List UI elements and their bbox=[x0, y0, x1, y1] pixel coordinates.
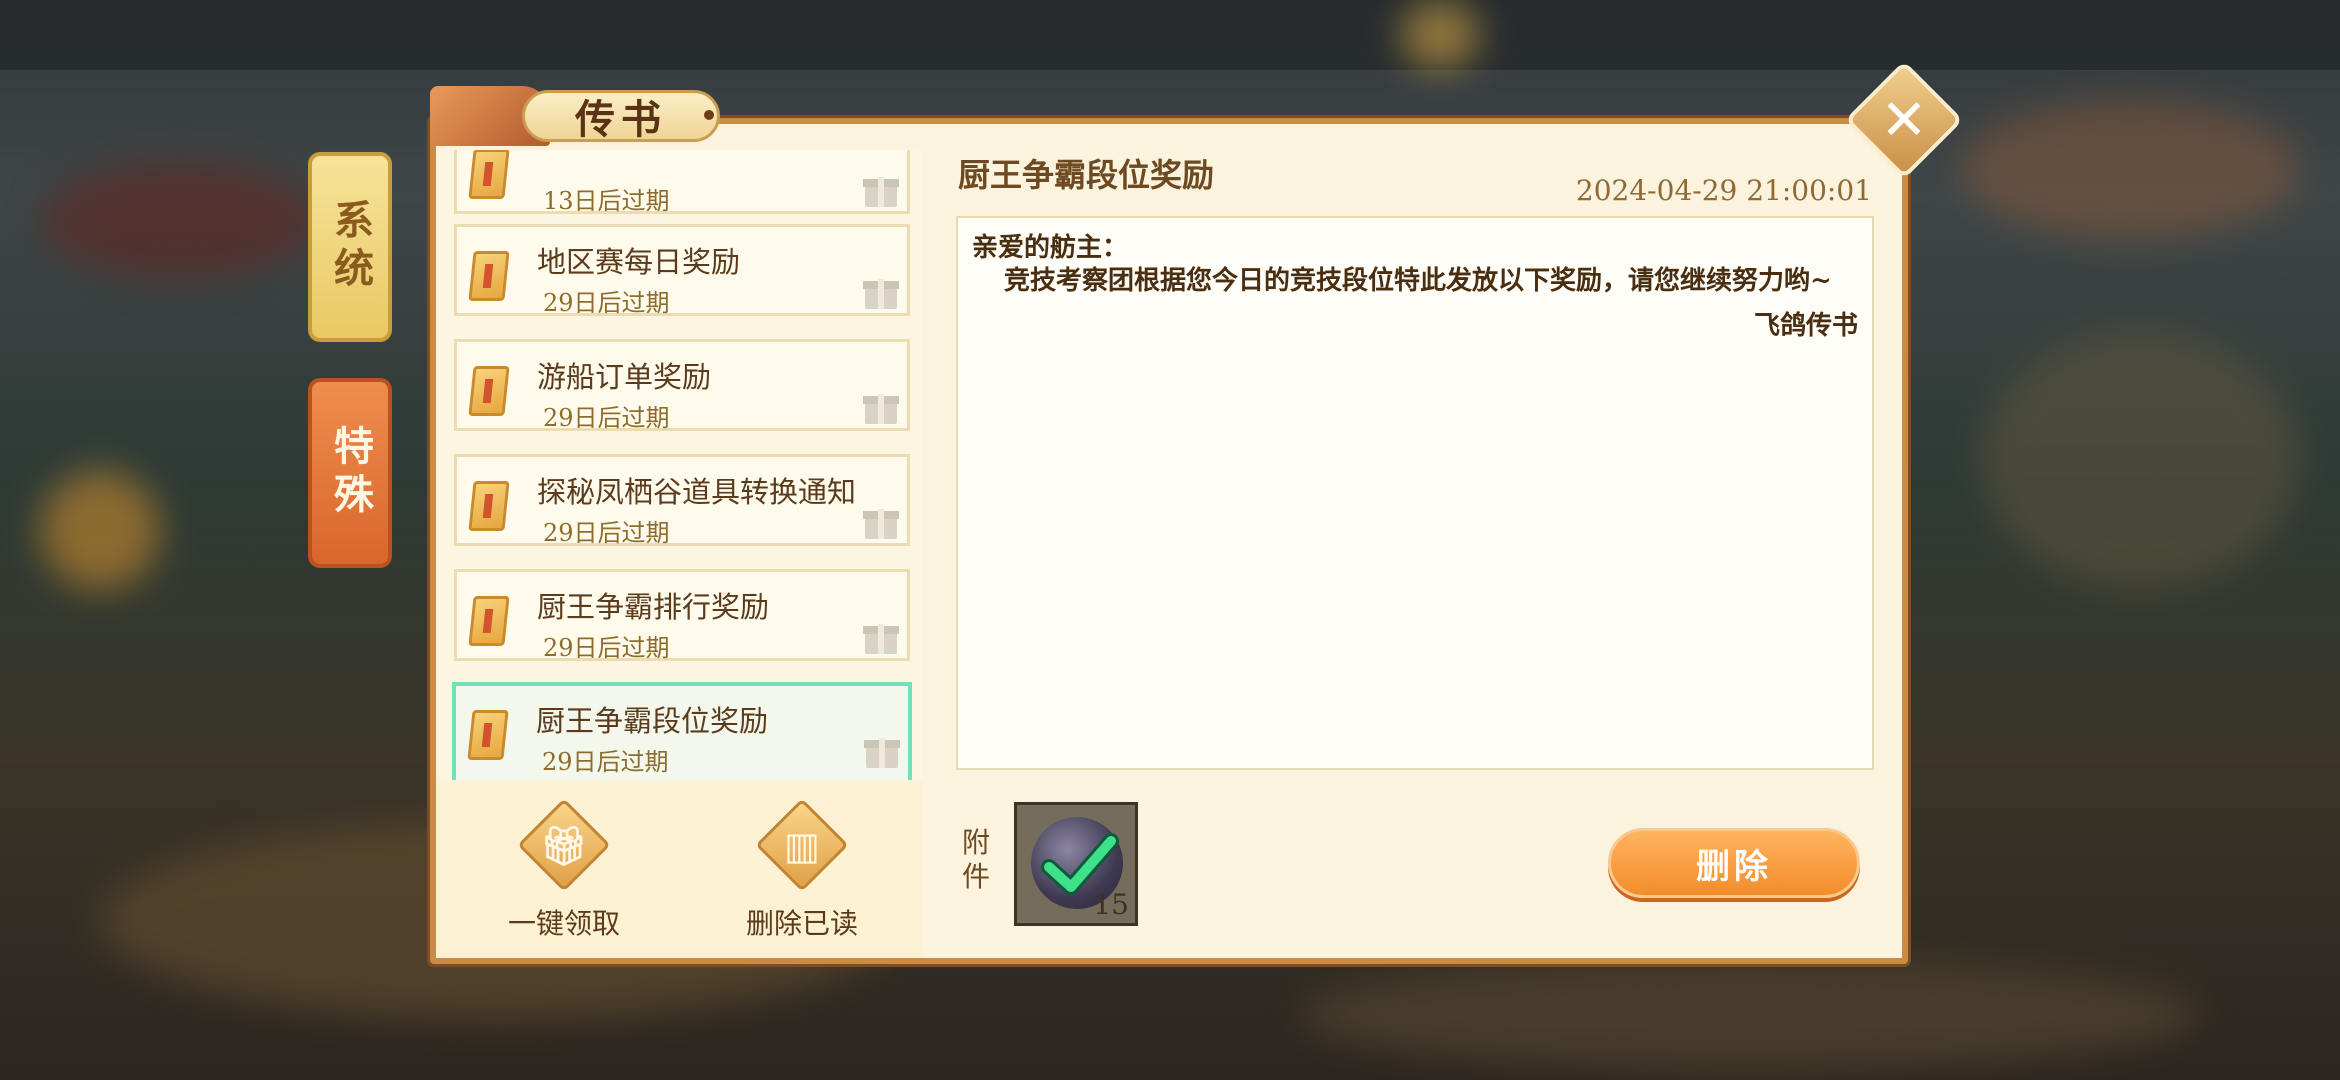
attachment-label: 附件 bbox=[962, 826, 991, 893]
mail-title: 游船订单奖励 bbox=[537, 360, 712, 394]
mail-body: 亲爱的舫主： 竞技考察团根据您今日的竞技段位特此发放以下奖励，请您继续努力哟~ … bbox=[956, 216, 1874, 770]
mail-title: 地区赛每日奖励 bbox=[537, 245, 741, 279]
gift-icon bbox=[863, 275, 899, 311]
mail-item[interactable]: 游船订单奖励 29日后过期 bbox=[454, 339, 910, 432]
mail-item[interactable]: 厨王争霸排行奖励 29日后过期 bbox=[454, 569, 910, 662]
claim-all-button[interactable]: 🎁︎ 一键领取 bbox=[474, 798, 654, 942]
mail-item-selected[interactable]: 厨王争霸段位奖励 29日后过期 bbox=[452, 682, 912, 780]
attachment-item[interactable]: 15 bbox=[1014, 802, 1138, 926]
tab-system[interactable]: 系统 bbox=[308, 152, 392, 342]
tab-special[interactable]: 特殊 bbox=[308, 378, 392, 568]
trash-icon: ▥ bbox=[784, 824, 820, 868]
delete-read-label: 删除已读 bbox=[745, 907, 858, 940]
mail-scroll-icon bbox=[467, 710, 509, 760]
mail-detail-date: 2024-04-29 21:00:01 bbox=[1575, 174, 1872, 207]
panel-title-tag: 传书 bbox=[430, 86, 722, 146]
gift-icon bbox=[864, 734, 900, 770]
gift-icon bbox=[863, 620, 899, 656]
mail-content: 竞技考察团根据您今日的竞技段位特此发放以下奖励，请您继续努力哟~ bbox=[1004, 266, 1832, 296]
mail-scroll-icon bbox=[468, 596, 510, 646]
mail-expire: 29日后过期 bbox=[542, 748, 669, 776]
delete-button[interactable]: 删除 bbox=[1608, 828, 1860, 898]
mail-scroll-icon bbox=[468, 251, 510, 301]
title-dot bbox=[704, 110, 714, 120]
gift-icon bbox=[863, 390, 899, 426]
tab-system-label: 系统 bbox=[327, 199, 374, 295]
mail-list[interactable]: 13日后过期 地区赛每日奖励 29日后过期 游船订单奖励 29日后过期 探秘凤栖… bbox=[436, 150, 922, 780]
top-status-bar bbox=[0, 0, 2340, 70]
gift-icon bbox=[863, 505, 899, 541]
mail-expire: 29日后过期 bbox=[543, 289, 670, 317]
mail-signature: 飞鸽传书 bbox=[1753, 311, 1858, 341]
mail-greeting: 亲爱的舫主： bbox=[972, 233, 1129, 263]
claim-all-label: 一键领取 bbox=[507, 907, 620, 940]
tab-special-label: 特殊 bbox=[327, 425, 374, 521]
mail-item[interactable]: 地区赛每日奖励 29日后过期 bbox=[454, 224, 910, 317]
attachment-count: 15 bbox=[1093, 888, 1129, 921]
mail-expire: 29日后过期 bbox=[543, 519, 670, 547]
mail-scroll-icon bbox=[468, 481, 510, 531]
mail-expire: 29日后过期 bbox=[543, 634, 670, 662]
mail-scroll-icon bbox=[468, 150, 510, 199]
mail-expire: 29日后过期 bbox=[543, 404, 670, 432]
delete-button-label: 删除 bbox=[1696, 846, 1772, 887]
gift-icon bbox=[863, 173, 899, 209]
mail-scroll-icon bbox=[468, 366, 510, 416]
gift-icon: 🎁︎ bbox=[539, 824, 589, 868]
delete-read-button[interactable]: ▥ 删除已读 bbox=[712, 798, 892, 942]
mail-expire: 13日后过期 bbox=[543, 187, 670, 215]
mail-title: 探秘凤栖谷道具转换通知 bbox=[537, 475, 857, 509]
mail-item[interactable]: 探秘凤栖谷道具转换通知 29日后过期 bbox=[454, 454, 910, 547]
list-actions: 🎁︎ 一键领取 ▥ 删除已读 bbox=[436, 782, 922, 958]
mail-title: 厨王争霸段位奖励 bbox=[536, 704, 769, 738]
mail-title: 厨王争霸排行奖励 bbox=[537, 590, 770, 624]
mail-detail-title: 厨王争霸段位奖励 bbox=[958, 156, 1215, 194]
mail-item[interactable]: 13日后过期 bbox=[454, 150, 910, 215]
title-plate: 传书 bbox=[522, 90, 720, 143]
panel-title: 传书 bbox=[575, 96, 667, 143]
